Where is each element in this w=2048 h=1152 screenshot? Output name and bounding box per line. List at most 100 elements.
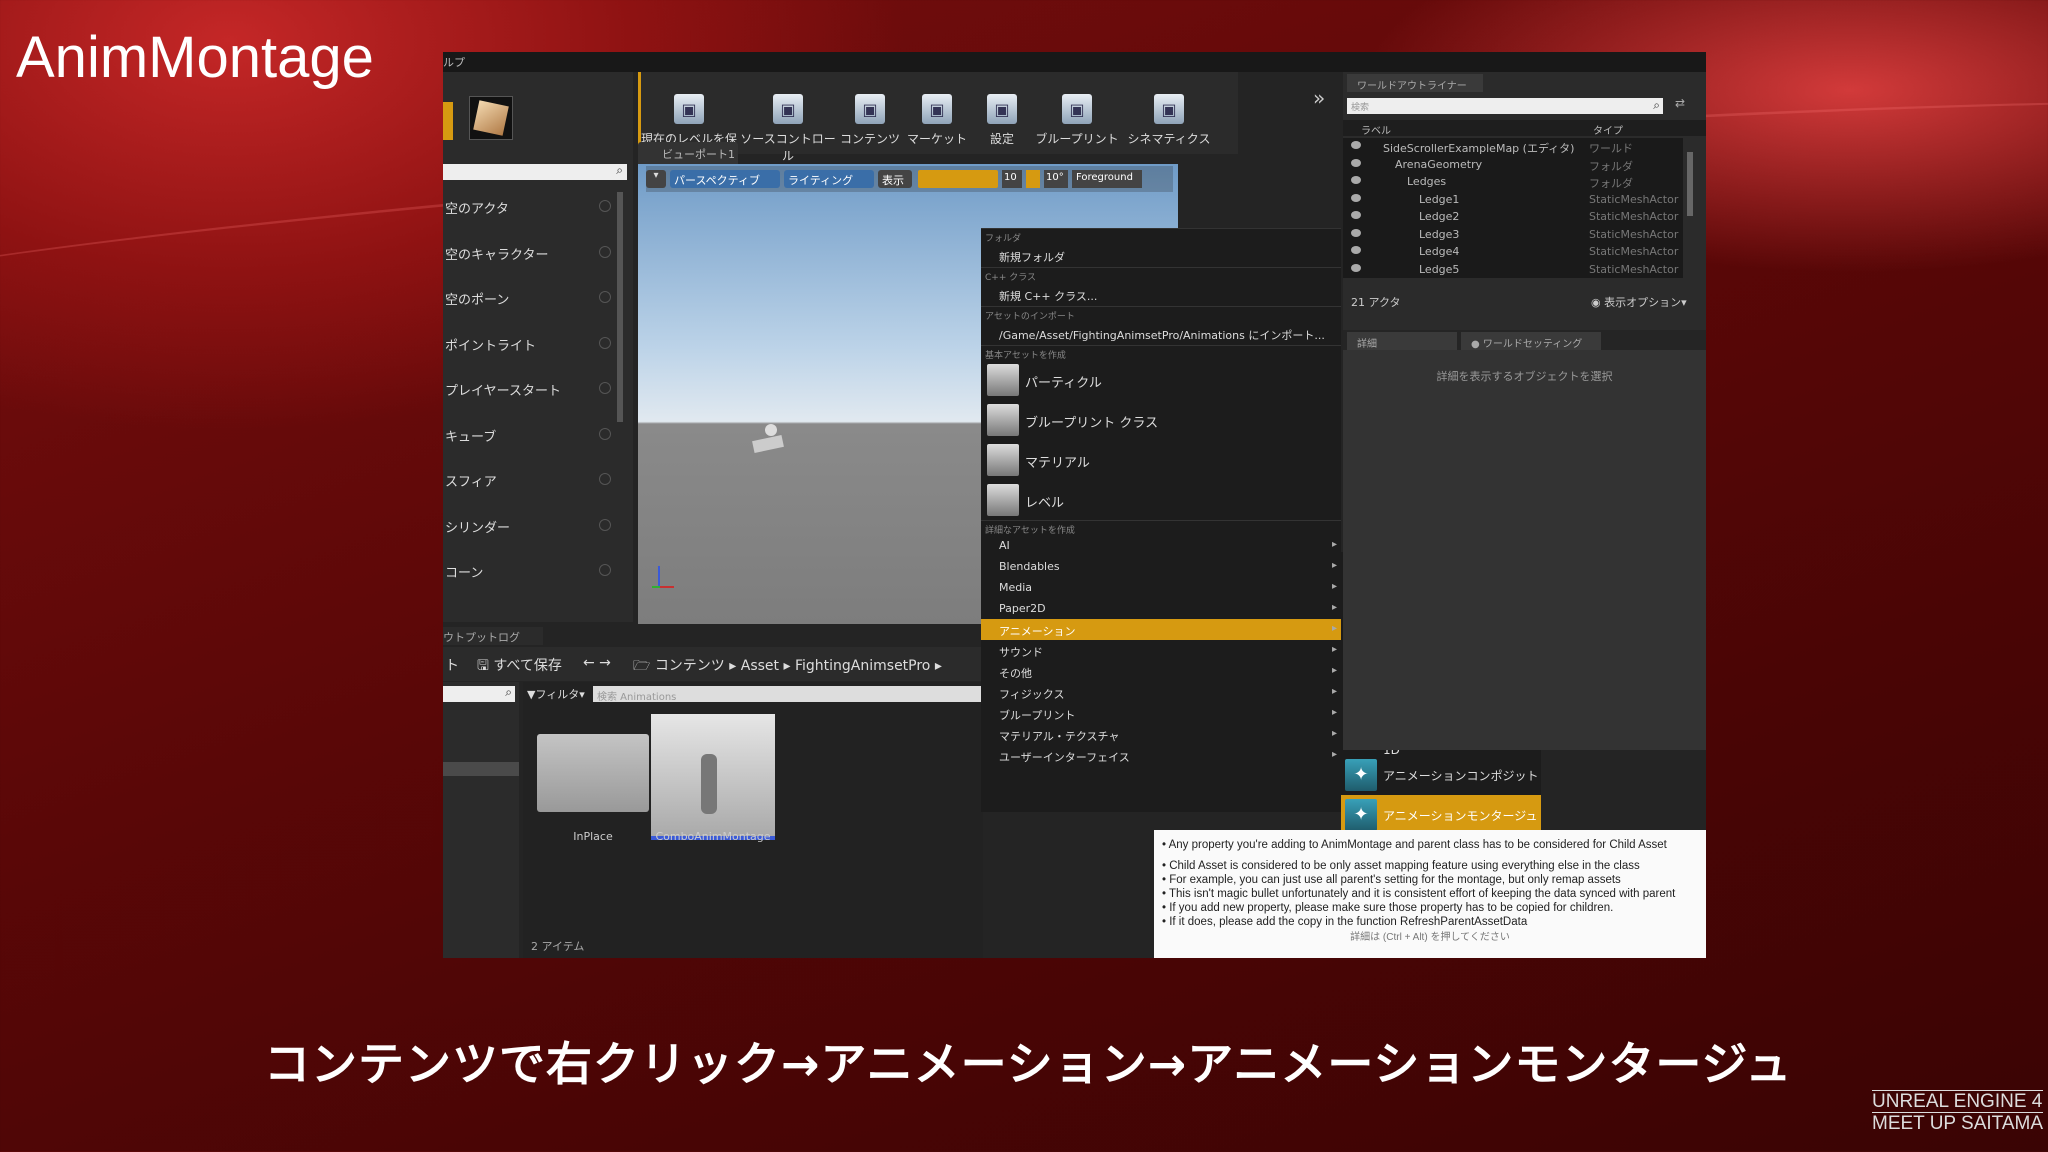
save-all-button[interactable]: 🖫 すべて保存 [477, 655, 562, 679]
advanced-asset-category[interactable]: マテリアル・テクスチャ ▸ [981, 724, 1341, 745]
place-item[interactable]: 空のキャラクター [443, 230, 623, 274]
outliner-row[interactable]: Ledge2 StaticMeshActor [1343, 208, 1683, 226]
place-item[interactable]: 空のポーン [443, 275, 623, 319]
visibility-eye-icon[interactable] [1351, 158, 1361, 167]
outliner-row[interactable]: Ledges フォルダ [1343, 173, 1683, 191]
advanced-asset-category[interactable]: サウンド ▸ [981, 640, 1341, 661]
visibility-eye-icon[interactable] [1351, 211, 1361, 219]
advanced-asset-category[interactable]: ユーザーインターフェイス ▸ [981, 745, 1341, 766]
transform-tools[interactable] [918, 170, 998, 188]
rotation-snap-value[interactable]: 10° [1044, 170, 1068, 188]
breadcrumb-item[interactable]: Asset [741, 658, 779, 674]
outliner-scrollbar[interactable] [1687, 152, 1693, 216]
axis-gizmo [650, 564, 680, 594]
outliner-search-input[interactable]: 検索 ⌕ [1347, 98, 1663, 114]
toolbar-button[interactable]: ▣ コンテンツ [837, 72, 903, 152]
toolbar-button[interactable]: ▣ マーケット [903, 72, 971, 152]
rotation-snap-icon[interactable] [1026, 170, 1040, 188]
toolbar-overflow-icon[interactable]: » [1313, 86, 1325, 110]
help-icon[interactable] [599, 382, 611, 394]
advanced-asset-category[interactable]: AI ▸ [981, 535, 1341, 556]
grid-snap-value[interactable]: 10 [1002, 170, 1022, 188]
visibility-eye-icon[interactable] [1351, 246, 1361, 254]
place-item[interactable]: スフィア [443, 457, 623, 501]
help-icon[interactable] [599, 291, 611, 303]
lighting-button[interactable]: ライティング [784, 170, 874, 188]
basic-asset-item[interactable]: パーティクル [981, 360, 1341, 400]
outliner-row[interactable]: Ledge3 StaticMeshActor [1343, 226, 1683, 244]
outliner-row[interactable]: Ledge5 StaticMeshActor [1343, 261, 1683, 279]
basic-asset-item[interactable]: レベル [981, 480, 1341, 520]
help-icon[interactable] [599, 245, 611, 258]
help-icon[interactable] [599, 473, 611, 485]
perspective-button[interactable]: パースペクティブ [670, 170, 780, 188]
place-scrollbar[interactable] [617, 192, 623, 422]
advanced-asset-category[interactable]: その他 ▸ [981, 661, 1341, 682]
sources-search-input[interactable]: ⌕ [443, 685, 515, 702]
output-log-tab[interactable]: ウトプットログ [443, 627, 543, 645]
place-item[interactable]: プレイヤースタート [443, 366, 623, 410]
view-options-button[interactable]: ◉ 表示オプション▾ [1591, 294, 1687, 310]
place-item[interactable]: ポイントライト [443, 321, 623, 365]
new-cpp-class-item[interactable]: 新規 C++ クラス... [981, 282, 1341, 306]
toolbar-button[interactable]: ▣ ブループリント [1033, 72, 1121, 152]
help-icon[interactable] [599, 200, 611, 212]
help-icon[interactable] [599, 564, 611, 576]
import-item[interactable]: /Game/Asset/FightingAnimsetPro/Animation… [981, 321, 1341, 345]
filter-button[interactable]: ▼フィルタ▾ [527, 686, 591, 702]
advanced-asset-category[interactable]: ブループリント ▸ [981, 703, 1341, 724]
basic-asset-item[interactable]: マテリアル [981, 440, 1341, 480]
asset-thumbnail-combo[interactable] [651, 714, 775, 840]
new-folder-item[interactable]: 新規フォルダ [981, 243, 1341, 267]
visibility-eye-icon[interactable] [1351, 228, 1361, 237]
place-item[interactable]: コーン [443, 548, 623, 592]
place-search-input[interactable]: ⌕ [443, 163, 627, 180]
toolbar-button[interactable]: ▣ ソースコントロール [739, 72, 837, 163]
advanced-asset-category[interactable]: フィジックス ▸ [981, 682, 1341, 703]
basic-asset-item[interactable]: ブループリント クラス [981, 400, 1341, 440]
editor-screenshot: ルプ ⌕ 空のアクタ 空のキャラクター 空のポーン ポイントライト プレイヤースタートキ… [443, 52, 1706, 958]
world-settings-tab[interactable]: ● ワールドセッティング [1461, 332, 1601, 350]
toolbar-button[interactable]: ▣ 設定 [971, 72, 1033, 152]
foreground-button[interactable]: Foreground [1072, 170, 1142, 188]
animation-submenu-item[interactable]: ✦ アニメーションコンポジット [1341, 755, 1541, 796]
history-arrows[interactable]: ← → [583, 655, 611, 671]
toolbar-button[interactable]: ▣ シネマティクス [1121, 72, 1217, 152]
place-item[interactable]: 空のアクタ [443, 184, 623, 228]
visibility-eye-icon[interactable] [1351, 193, 1361, 202]
visibility-eye-icon[interactable] [1351, 263, 1361, 272]
toolbar-button[interactable]: ▣現在のレベルを保存 [641, 72, 737, 163]
folder-tree-selection[interactable] [443, 762, 519, 776]
outliner-tab[interactable]: ワールドアウトライナー [1347, 74, 1483, 92]
help-icon[interactable] [599, 427, 611, 440]
outliner-row[interactable]: ArenaGeometry フォルダ [1343, 156, 1683, 174]
outliner-row[interactable]: Ledge4 StaticMeshActor [1343, 243, 1683, 261]
viewport-tab[interactable]: ビューポート1 [638, 142, 738, 164]
asset-search-input[interactable]: 検索 Animations [593, 686, 983, 703]
import-button-fragment[interactable]: ト [445, 655, 459, 675]
outliner-row[interactable]: SideScrollerExampleMap (エディタ) ワールド [1343, 138, 1683, 156]
show-button[interactable]: 表示 [878, 170, 912, 188]
place-item[interactable]: キューブ [443, 412, 623, 456]
advanced-asset-category[interactable]: アニメーション ▸ [981, 619, 1341, 640]
breadcrumb-item[interactable]: FightingAnimsetPro [795, 658, 930, 674]
advanced-asset-category[interactable]: Blendables ▸ [981, 556, 1341, 577]
folder-icon[interactable] [537, 734, 649, 812]
outliner-row[interactable]: Ledge1 StaticMeshActor [1343, 191, 1683, 209]
add-filter-icon[interactable]: ⇄ [1675, 96, 1691, 112]
chevron-right-icon: ▸ [1331, 623, 1337, 634]
visibility-eye-icon[interactable] [1351, 141, 1361, 149]
menu-item-help[interactable]: ルプ [443, 54, 465, 70]
place-item[interactable]: シリンダー [443, 503, 623, 547]
details-tab[interactable]: 詳細 [1347, 332, 1457, 350]
advanced-asset-category[interactable]: Media ▸ [981, 577, 1341, 598]
help-icon[interactable] [599, 518, 611, 531]
advanced-asset-category[interactable]: Paper2D ▸ [981, 598, 1341, 619]
help-icon[interactable] [599, 336, 611, 349]
viewport-options-button[interactable]: ▾ [646, 170, 666, 188]
visibility-eye-icon[interactable] [1351, 176, 1361, 184]
breadcrumb-item[interactable]: コンテンツ [655, 658, 725, 674]
mode-tab-paint[interactable] [469, 96, 513, 140]
place-tab-icon[interactable] [443, 102, 453, 140]
chevron-right-icon: ▸ [1331, 539, 1337, 550]
